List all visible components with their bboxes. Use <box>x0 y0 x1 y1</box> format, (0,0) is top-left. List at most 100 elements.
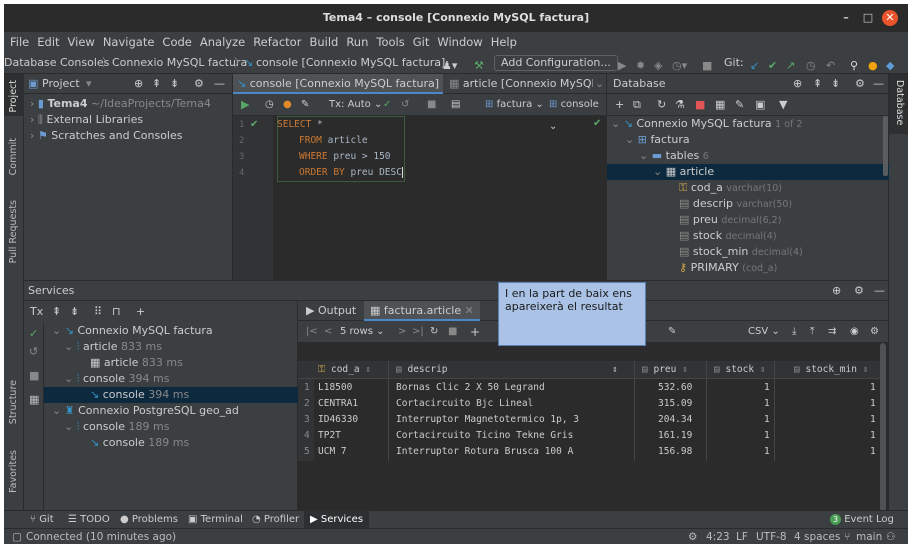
tool-tab-profiler[interactable]: ◔ Profiler <box>252 511 299 529</box>
cell-descrip[interactable]: Cortacircuito Ticino Tekne Gris <box>396 430 573 441</box>
close-tab-icon[interactable]: ✕ <box>461 304 474 317</box>
service-node[interactable]: ⌄ ↘ Connexio MySQL factura <box>52 323 213 339</box>
cell-preu[interactable]: 161.19 <box>658 430 692 441</box>
group-icon[interactable]: ⠿ <box>94 301 102 323</box>
commit-icon[interactable]: ✓ <box>29 327 38 340</box>
service-node[interactable]: ⌄ ⫶ article 833 ms <box>64 339 162 355</box>
sort-icon[interactable]: ⇕ <box>760 364 766 375</box>
cell-preu[interactable]: 532.60 <box>658 382 692 393</box>
commit-icon[interactable]: ✓ <box>383 94 391 116</box>
locate-icon[interactable]: ⊕ <box>832 281 841 301</box>
download-icon[interactable]: ⤓ <box>792 321 796 343</box>
menu-file[interactable]: File <box>10 35 29 49</box>
menu-window[interactable]: Window <box>437 35 482 49</box>
db-tables-node[interactable]: ⌄ ▬ tables 6 <box>639 148 709 164</box>
tool-tab-terminal[interactable]: ▣ Terminal <box>188 511 243 529</box>
db-column[interactable]: ▤ descrip varchar(50) <box>679 196 792 212</box>
history-icon[interactable]: ◷ <box>265 94 274 116</box>
copy-icon[interactable]: ⧉ <box>633 94 641 116</box>
tabs-dropdown-icon[interactable]: ⌄ <box>595 77 604 90</box>
console-open-icon[interactable]: ▣ <box>755 94 765 116</box>
minimize-button[interactable]: – <box>838 10 854 26</box>
gear-icon[interactable]: ⚙ <box>194 74 204 94</box>
hide-icon[interactable]: — <box>214 74 225 94</box>
last-page-icon[interactable]: >| <box>412 321 424 343</box>
column-header-stock[interactable]: ▤ stock ⇕ <box>714 364 766 375</box>
service-node-selected[interactable]: ↘ console 394 ms <box>44 387 298 403</box>
column-header-cod_a[interactable]: ⚿ cod_a ⇕ <box>318 364 371 375</box>
tx-icon[interactable]: Tx <box>30 301 43 323</box>
locate-icon[interactable]: ⊕ <box>134 74 143 94</box>
execute-icon[interactable]: ▶ <box>241 94 249 116</box>
schema-icon[interactable]: ⚗ <box>675 94 685 116</box>
column-header-descrip[interactable]: ▤ descrip <box>396 364 448 375</box>
locate-icon[interactable]: ⊕ <box>793 74 802 94</box>
table-row[interactable]: 1 L18500 Bornas Clic 2 X 50 Legrand 532.… <box>298 379 884 395</box>
tool-tab-todo[interactable]: ☰ TODO <box>68 511 110 529</box>
menu-code[interactable]: Code <box>162 35 191 49</box>
notification-icon[interactable]: ⚇ <box>886 529 895 544</box>
service-node[interactable]: ⌄ ⫶ console 394 ms <box>64 371 169 387</box>
upload-icon[interactable]: ⤒ <box>810 321 814 343</box>
expand-all-icon[interactable]: ⇞ <box>152 74 161 94</box>
gear-icon[interactable]: ⚙ <box>855 74 865 94</box>
stop-icon[interactable]: ■ <box>695 94 705 116</box>
menu-view[interactable]: View <box>68 35 95 49</box>
project-strip-label[interactable]: Project <box>8 80 19 113</box>
sort-icon[interactable]: ⇕ <box>682 364 688 375</box>
db-connection-node[interactable]: ⌄ ↘ Connexio MySQL factura 1 of 2 <box>611 116 802 132</box>
add-icon[interactable]: + <box>615 94 624 116</box>
filter-icon[interactable]: ⊓ <box>112 301 121 323</box>
db-status-icon[interactable]: ⚙ <box>688 529 697 544</box>
add-configuration-button[interactable]: Add Configuration... <box>494 55 618 71</box>
sort-icon[interactable]: ⇕ <box>365 364 371 375</box>
cell-cod_a[interactable]: L18500 <box>318 382 352 393</box>
stop-icon[interactable]: ■ <box>448 321 457 343</box>
db-index[interactable]: ⚷ PRIMARY (cod_a) <box>679 260 777 276</box>
favorites-strip-label[interactable]: Favorites <box>8 450 19 493</box>
add-icon[interactable]: + <box>136 301 145 323</box>
tree-item-scratches[interactable]: › ⚑ Scratches and Consoles <box>30 128 183 144</box>
stop-icon[interactable]: ■ <box>427 94 436 116</box>
explain-icon[interactable]: ● <box>283 94 292 116</box>
next-page-icon[interactable]: > <box>398 321 406 343</box>
view-icon[interactable]: ◉ <box>850 321 859 343</box>
table-row[interactable]: 3 ID46330 Interruptor Magnetotermico 1p,… <box>298 411 884 427</box>
sort-icon[interactable]: ⇕ <box>612 364 618 375</box>
tool-tab-services[interactable]: ▶ Services <box>304 511 370 529</box>
collapse-all-icon[interactable]: ⇟ <box>70 301 79 323</box>
filter-icon[interactable]: ▼ <box>779 94 787 116</box>
pull-requests-strip-label[interactable]: Pull Requests <box>8 200 19 263</box>
column-header-preu[interactable]: ▤ preu ⇕ <box>642 364 688 375</box>
cell-cod_a[interactable]: ID46330 <box>318 414 358 425</box>
commit-strip-label[interactable]: Commit <box>8 138 19 175</box>
table-row[interactable]: 5 UCM 7 Interruptor Rotura Brusca 100 A … <box>298 443 884 459</box>
db-column[interactable]: ⚿ cod_a varchar(10) <box>679 180 782 196</box>
refresh-icon[interactable]: ↻ <box>430 321 438 343</box>
scrollbar[interactable] <box>883 116 888 176</box>
event-log-button[interactable]: 3 Event Log <box>830 511 894 529</box>
table-row[interactable]: 2 CENTRA1 Cortacircuito Bjc Lineal 315.0… <box>298 395 884 411</box>
schema-select[interactable]: ⊞ factura ⌄ <box>485 94 544 116</box>
tool-tab-problems[interactable]: ● Problems <box>120 511 178 529</box>
tree-item-external-libraries[interactable]: › ⫼ External Libraries <box>30 112 143 128</box>
gear-icon[interactable]: ⚙ <box>854 281 864 301</box>
db-column[interactable]: ▤ stock_min decimal(4) <box>679 244 803 260</box>
tab-result[interactable]: ▦ factura.article ✕ <box>364 301 480 321</box>
tx-mode-select[interactable]: Tx: Auto ⌄ <box>329 94 382 116</box>
cell-stock_min[interactable]: 1 <box>870 398 876 409</box>
menu-help[interactable]: Help <box>491 35 517 49</box>
sort-icon[interactable]: ⇕ <box>863 364 869 375</box>
service-node[interactable]: ▦ article 833 ms <box>90 355 183 371</box>
db-column[interactable]: ▤ stock decimal(4) <box>679 228 777 244</box>
cell-stock[interactable]: 1 <box>764 430 770 441</box>
structure-strip-label[interactable]: Structure <box>8 380 19 424</box>
crumb-connection[interactable]: Connexio MySQL factura <box>112 52 247 74</box>
page-size-select[interactable]: 5 rows ⌄ <box>340 321 385 343</box>
service-node[interactable]: ⌄ ⫶ console 189 ms <box>64 419 169 435</box>
caret-position[interactable]: 4:23 <box>706 529 730 544</box>
menu-build[interactable]: Build <box>309 35 338 49</box>
rollback-icon[interactable]: ↺ <box>29 345 38 358</box>
prev-page-icon[interactable]: < <box>324 321 332 343</box>
rollback-icon[interactable]: ↺ <box>401 94 409 116</box>
